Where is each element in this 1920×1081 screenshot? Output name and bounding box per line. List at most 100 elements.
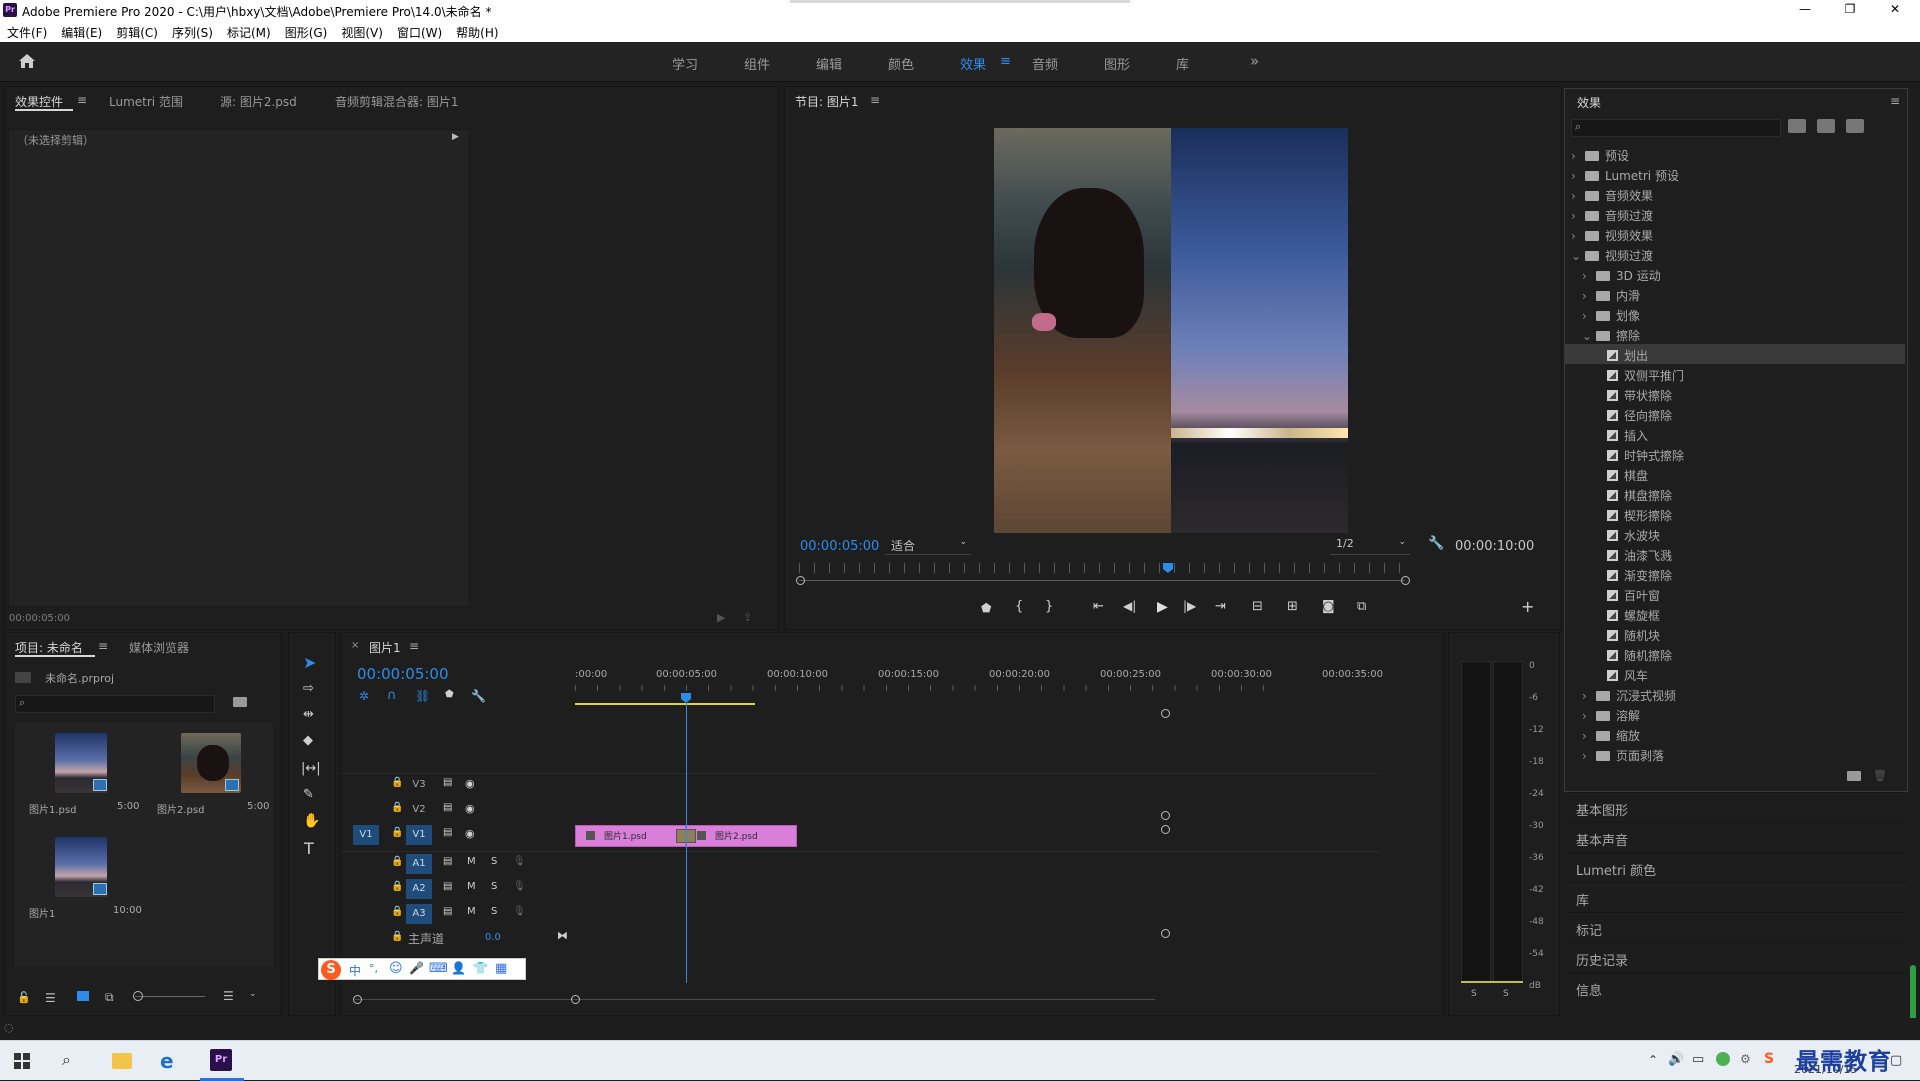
sync-lock-icon[interactable]: ▤ xyxy=(443,881,452,892)
menu-edit[interactable]: 编辑(E) xyxy=(54,22,109,41)
notification-icon[interactable]: ▢ xyxy=(1890,1053,1902,1068)
timeline-timecode[interactable]: 00:00:05:00 xyxy=(357,665,449,683)
mark-out-icon[interactable]: } xyxy=(1045,599,1053,614)
work-area-bar[interactable] xyxy=(575,703,755,705)
close-tab-icon[interactable]: × xyxy=(351,640,359,651)
linked-selection-icon[interactable]: ⛓ xyxy=(415,689,430,703)
effect-item[interactable]: 螺旋框 xyxy=(1565,604,1905,624)
workspace-color[interactable]: 颜色 xyxy=(888,54,914,73)
effects-folder-item[interactable]: › 内滑 xyxy=(1565,284,1905,304)
source-patch-v1[interactable]: V1 xyxy=(353,825,379,845)
effects-folder-item[interactable]: › 页面剥落 xyxy=(1565,744,1905,764)
effect-item[interactable]: 水波块 xyxy=(1565,524,1905,544)
workspace-menu-icon[interactable]: ≡ xyxy=(1000,54,1011,69)
workspace-graphics[interactable]: 图形 xyxy=(1104,54,1130,73)
edge-browser-icon[interactable]: e xyxy=(160,1049,174,1073)
effect-item[interactable]: 随机擦除 xyxy=(1565,644,1905,664)
new-bin-icon[interactable] xyxy=(1847,771,1861,781)
horizontal-scrollbar[interactable] xyxy=(355,999,1155,1000)
track-label-a3[interactable]: A3 xyxy=(406,904,432,924)
tab-source[interactable]: 源: 图片2.psd xyxy=(220,93,297,110)
track-lock-icon[interactable]: 🔒 xyxy=(391,827,403,838)
timeline-title[interactable]: 图片1 xyxy=(369,639,401,656)
add-marker-icon[interactable]: ⬟ xyxy=(981,601,991,615)
tab-media-browser[interactable]: 媒体浏览器 xyxy=(129,639,189,656)
trash-icon[interactable]: 🗑 xyxy=(1873,769,1887,782)
workspace-effects[interactable]: 效果 xyxy=(960,54,986,73)
program-timecode[interactable]: 00:00:05:00 xyxy=(800,539,879,554)
track-lock-icon[interactable]: 🔒 xyxy=(391,777,403,788)
zoom-bar[interactable] xyxy=(799,580,1405,581)
yuv-effects-icon[interactable] xyxy=(1846,119,1864,133)
windows-start-icon[interactable] xyxy=(14,1053,30,1069)
effects-search-input[interactable]: ⌕ xyxy=(1571,119,1781,137)
project-item[interactable]: 图片1.psd 5:00 xyxy=(17,725,143,825)
effects-panel-title[interactable]: 效果 xyxy=(1577,94,1601,111)
comparison-view-icon[interactable]: ⧉ xyxy=(1357,599,1366,614)
effects-folder-item[interactable]: › 视频效果 xyxy=(1565,224,1905,244)
program-menu-icon[interactable]: ≡ xyxy=(870,93,880,107)
volume-icon[interactable]: 🔊 xyxy=(1668,1052,1684,1067)
mark-in-icon[interactable]: { xyxy=(1015,599,1023,614)
eye-icon[interactable]: ◉ xyxy=(465,777,475,790)
eye-icon[interactable]: ◉ xyxy=(465,802,475,815)
ime-chinese-mode[interactable]: 中 xyxy=(349,962,361,979)
track-content-area[interactable]: 图片1.psd 图片2.psd xyxy=(575,773,1275,993)
track-select-tool-icon[interactable]: ⇨ xyxy=(303,681,314,696)
video-frame[interactable] xyxy=(994,128,1348,533)
effects-folder-item[interactable]: › Lumetri 预设 xyxy=(1565,164,1905,184)
sync-lock-icon[interactable]: ▤ xyxy=(443,777,452,788)
chevron-down-icon[interactable]: ⌄ xyxy=(1582,329,1592,343)
premiere-taskbar-icon[interactable]: Pr xyxy=(210,1049,232,1071)
workspace-libraries[interactable]: 库 xyxy=(1176,54,1189,73)
chevron-right-icon[interactable]: › xyxy=(1582,729,1592,743)
tray-ime-icon[interactable]: ⚙ xyxy=(1740,1052,1751,1066)
tab-project[interactable]: 项目: 未命名 xyxy=(15,639,83,656)
file-explorer-icon[interactable] xyxy=(112,1053,132,1069)
snap-icon[interactable]: ∩ xyxy=(387,688,397,703)
export-icon[interactable]: ⇪ xyxy=(743,611,752,624)
project-item[interactable]: 图片1 10:00 xyxy=(17,829,143,929)
ime-toolbox-icon[interactable]: ▦ xyxy=(495,961,507,976)
effect-item[interactable]: 棋盘擦除 xyxy=(1565,484,1905,504)
project-menu-icon[interactable]: ≡ xyxy=(98,639,108,653)
lift-icon[interactable]: ⊟ xyxy=(1252,599,1263,614)
expand-arrow-icon[interactable]: ▶ xyxy=(452,132,459,142)
ime-toolbar[interactable]: S 中 °, ☺ 🎤 ⌨ 👤 👕 ▦ xyxy=(318,958,526,980)
slip-tool-icon[interactable]: |↔| xyxy=(301,761,321,776)
solo-button[interactable]: S xyxy=(491,906,497,917)
workspace-audio[interactable]: 音频 xyxy=(1032,54,1058,73)
menu-graphics[interactable]: 图形(G) xyxy=(278,22,335,41)
tab-audio-clip-mixer[interactable]: 音频剪辑混合器: 图片1 xyxy=(335,93,459,110)
track-label-v3[interactable]: V3 xyxy=(406,775,432,795)
ime-skin-icon[interactable]: 👕 xyxy=(473,961,488,975)
timeline-clip[interactable]: 图片2.psd xyxy=(686,825,797,847)
razor-tool-icon[interactable]: ◆ xyxy=(303,733,313,748)
tray-app-icon[interactable] xyxy=(1716,1052,1730,1066)
accelerated-effects-icon[interactable] xyxy=(1788,119,1806,133)
effects-folder-item[interactable]: ⌄ 视频过渡 xyxy=(1565,244,1905,264)
chevron-right-icon[interactable]: › xyxy=(1582,309,1592,323)
effect-item[interactable]: 百叶窗 xyxy=(1565,584,1905,604)
effect-item[interactable]: 油漆飞溅 xyxy=(1565,544,1905,564)
list-view-icon[interactable]: ☰ xyxy=(45,991,56,1005)
zoom-handle-right[interactable] xyxy=(1401,576,1410,585)
effect-item[interactable]: 楔形擦除 xyxy=(1565,504,1905,524)
track-label-a2[interactable]: A2 xyxy=(406,879,432,899)
fit-dropdown[interactable]: 适合 ⌄ xyxy=(885,537,971,555)
timeline-playhead[interactable] xyxy=(681,693,691,703)
track-lock-icon[interactable]: 🔒 xyxy=(391,856,403,867)
tab-effect-controls[interactable]: 效果控件 xyxy=(15,93,63,110)
sync-lock-icon[interactable]: ▤ xyxy=(443,906,452,917)
selection-tool-icon[interactable]: ➤ xyxy=(303,653,316,672)
effects-menu-icon[interactable]: ≡ xyxy=(1890,94,1900,108)
ime-keyboard-icon[interactable]: ⌨ xyxy=(429,961,448,976)
menu-sequence[interactable]: 序列(S) xyxy=(165,22,220,41)
effect-item[interactable]: 风车 xyxy=(1565,664,1905,684)
restore-button[interactable]: ❐ xyxy=(1835,2,1865,16)
effects-folder-item[interactable]: › 音频过渡 xyxy=(1565,204,1905,224)
vertical-scroll-handle-mid[interactable] xyxy=(1161,811,1170,820)
track-lock-icon[interactable]: 🔒 xyxy=(391,931,403,942)
go-to-out-icon[interactable]: ⇥ xyxy=(1215,599,1226,614)
chevron-right-icon[interactable]: › xyxy=(1571,149,1581,163)
